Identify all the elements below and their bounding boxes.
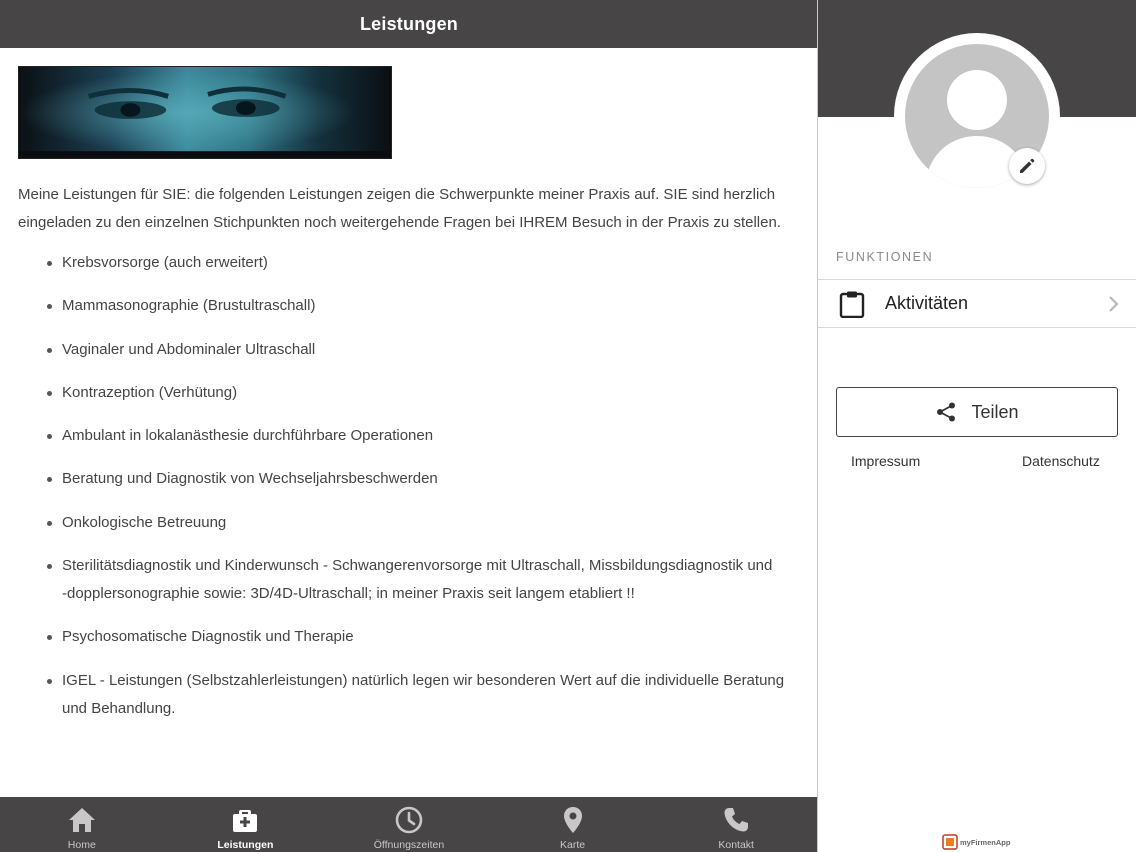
main-panel: Leistungen Meine Leistungen für SIE: die… (0, 0, 818, 852)
share-icon (937, 402, 956, 422)
list-item: Vaginaler und Abdominaler Ultraschall (47, 336, 798, 364)
menu-item-aktivitaeten[interactable]: Aktivitäten (818, 279, 1136, 328)
list-item: Ambulant in lokalanästhesie durchführbar… (47, 422, 798, 450)
list-item: Psychosomatische Diagnostik und Therapie (47, 623, 798, 651)
map-pin-icon (563, 807, 582, 833)
list-item: Krebsvorsorge (auch erweitert) (47, 249, 798, 277)
clock-icon (395, 806, 423, 834)
list-item: Mammasonographie (Brustultraschall) (47, 292, 798, 320)
tab-label: Leistungen (217, 839, 274, 851)
tab-oeffnungszeiten[interactable]: Öffnungszeiten (327, 797, 491, 852)
side-panel: FUNKTIONEN Aktivitäten Teilen Impressum … (818, 0, 1136, 852)
content-area: Meine Leistungen für SIE: die folgenden … (18, 66, 798, 738)
app-logo: myFirmenApp (942, 834, 1010, 850)
list-item-line: Sterilitätsdiagnostik und Kinderwunsch -… (62, 557, 773, 575)
medical-bag-icon (233, 810, 258, 832)
tab-label: Home (67, 839, 96, 851)
list-item: Sterilitätsdiagnostik und Kinderwunsch -… (47, 552, 798, 608)
edit-profile-button[interactable] (1009, 148, 1045, 184)
intro-text: Meine Leistungen für SIE: die folgenden … (18, 186, 781, 231)
list-item: IGEL - Leistungen (Selbstzahlerleistunge… (47, 667, 798, 723)
share-label: Teilen (971, 401, 1019, 422)
top-bar: Leistungen (0, 0, 818, 48)
tab-label: Kontakt (718, 839, 754, 851)
app-logo-icon (942, 834, 958, 850)
share-button[interactable]: Teilen (836, 387, 1118, 437)
tab-label: Öffnungszeiten (373, 839, 445, 851)
menu-item-label: Aktivitäten (885, 293, 969, 313)
services-list: Krebsvorsorge (auch erweitert) Mammasono… (18, 249, 798, 723)
tab-label: Karte (560, 839, 586, 851)
tab-home[interactable]: Home (0, 797, 164, 852)
list-item: Beratung und Diagnostik von Wechseljahrs… (47, 465, 798, 493)
clipboard-icon (839, 291, 865, 318)
tab-kontakt[interactable]: Kontakt (654, 797, 818, 852)
impressum-link[interactable]: Impressum (851, 453, 920, 469)
phone-icon (724, 808, 749, 832)
tab-karte[interactable]: Karte (491, 797, 655, 852)
list-item-line: -dopplersonographie sowie: 3D/4D-Ultrasc… (62, 585, 635, 603)
home-icon (68, 808, 95, 832)
section-label: FUNKTIONEN (836, 250, 934, 264)
chevron-right-icon (1109, 296, 1119, 312)
tab-leistungen[interactable]: Leistungen (164, 797, 328, 852)
banner-image (18, 66, 392, 159)
page-title: Leistungen (359, 13, 458, 34)
list-item: Onkologische Betreuung (47, 509, 798, 537)
app-logo-text: myFirmenApp (960, 837, 1011, 847)
datenschutz-link[interactable]: Datenschutz (1022, 453, 1100, 469)
list-item: Kontrazeption (Verhütung) (47, 379, 798, 407)
pencil-icon (1020, 158, 1035, 173)
tab-bar: Home Leistungen Öffnungszeiten Karte Kon… (0, 797, 818, 852)
